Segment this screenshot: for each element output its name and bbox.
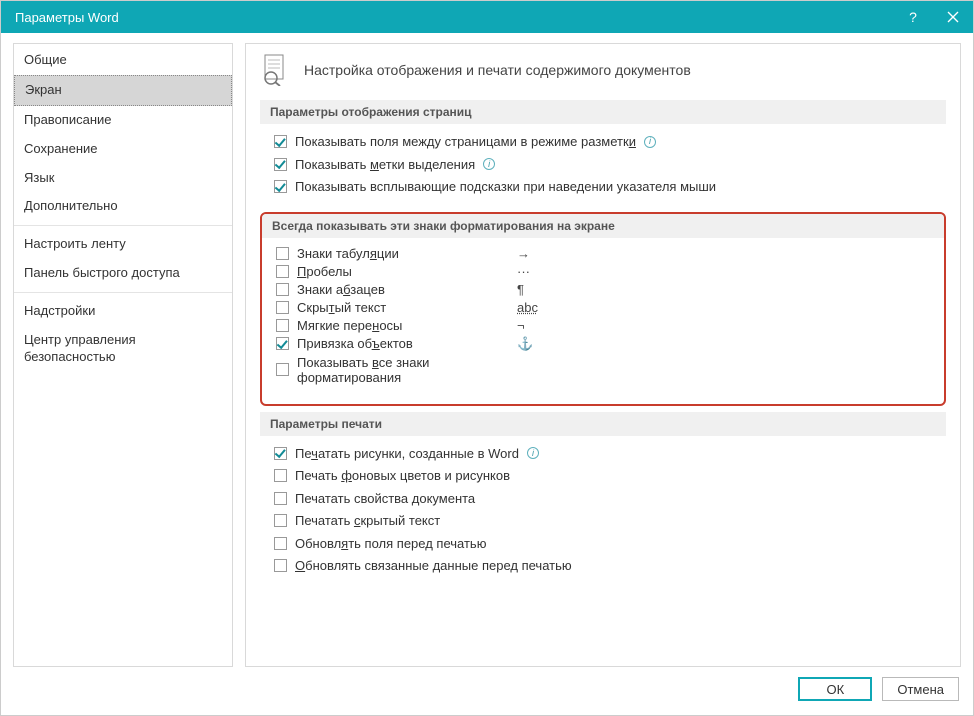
checkbox[interactable]: [276, 319, 289, 332]
checkbox[interactable]: [274, 559, 287, 572]
close-button[interactable]: [933, 1, 973, 33]
checkbox[interactable]: [274, 135, 287, 148]
checkbox[interactable]: [274, 469, 287, 482]
option-row: Привязка объектов⚓: [276, 336, 934, 352]
checkbox[interactable]: [276, 337, 289, 350]
sidebar-item-qat[interactable]: Панель быстрого доступа: [14, 259, 232, 288]
option-label: Скрытый текст: [297, 300, 517, 315]
cancel-button[interactable]: Отмена: [882, 677, 959, 701]
sidebar-item-addins[interactable]: Надстройки: [14, 292, 232, 326]
sidebar-item-display[interactable]: Экран: [14, 75, 232, 106]
sidebar-item-language[interactable]: Язык: [14, 164, 232, 193]
checkbox[interactable]: [274, 447, 287, 460]
option-label: Печать фоновых цветов и рисунков: [295, 466, 510, 486]
section-header-formatting: Всегда показывать эти знаки форматирован…: [262, 214, 944, 238]
options-dialog: Параметры Word ? Общие Экран Правописани…: [0, 0, 974, 716]
option-row: Знаки табуляции→: [276, 246, 934, 261]
checkbox[interactable]: [274, 492, 287, 505]
info-icon[interactable]: i: [644, 136, 656, 148]
option-label: Привязка объектов: [297, 336, 517, 351]
formatting-symbol: ¬: [517, 318, 525, 333]
section-body-printing: Печатать рисунки, созданные в WordiПечат…: [260, 444, 946, 589]
option-row: Скрытый текстabc: [276, 300, 934, 315]
titlebar: Параметры Word ?: [1, 1, 973, 33]
sidebar-item-advanced[interactable]: Дополнительно: [14, 192, 232, 221]
ok-button[interactable]: ОК: [798, 677, 872, 701]
help-button[interactable]: ?: [893, 1, 933, 33]
option-label: Пробелы: [297, 264, 517, 279]
section-body-display: Показывать поля между страницами в режим…: [260, 132, 946, 210]
checkbox[interactable]: [274, 180, 287, 193]
section-header-printing: Параметры печати: [260, 412, 946, 436]
formatting-symbol: →: [517, 246, 530, 261]
formatting-symbol: ⚓: [517, 336, 533, 352]
page-title-row: Настройка отображения и печати содержимо…: [260, 54, 946, 86]
option-label: Знаки абзацев: [297, 282, 517, 297]
option-label: Знаки табуляции: [297, 246, 517, 261]
window-title: Параметры Word: [15, 10, 119, 25]
highlight-formatting-marks: Всегда показывать эти знаки форматирован…: [260, 212, 946, 406]
option-label: Показывать поля между страницами в режим…: [295, 132, 636, 152]
page-title: Настройка отображения и печати содержимо…: [304, 62, 691, 78]
option-row: Пробелы···: [276, 264, 934, 279]
option-row: Печать фоновых цветов и рисунков: [274, 466, 936, 486]
option-row: Обновлять связанные данные перед печатью: [274, 556, 936, 576]
sidebar-item-proofing[interactable]: Правописание: [14, 106, 232, 135]
formatting-symbol: ¶: [517, 282, 524, 297]
option-label: Печатать рисунки, созданные в Word: [295, 444, 519, 464]
option-row: Показывать всплывающие подсказки при нав…: [274, 177, 936, 197]
option-label: Обновлять поля перед печатью: [295, 534, 486, 554]
option-row: Печатать рисунки, созданные в Word i: [274, 444, 936, 464]
section-header-display: Параметры отображения страниц: [260, 100, 946, 124]
info-icon[interactable]: i: [527, 447, 539, 459]
content-area: Общие Экран Правописание Сохранение Язык…: [1, 33, 973, 667]
close-icon: [947, 11, 959, 23]
option-label: Показывать всплывающие подсказки при нав…: [295, 177, 716, 197]
dialog-buttons: ОК Отмена: [1, 667, 973, 715]
option-row: Мягкие переносы¬: [276, 318, 934, 333]
checkbox[interactable]: [276, 247, 289, 260]
checkbox[interactable]: [274, 158, 287, 171]
sidebar: Общие Экран Правописание Сохранение Язык…: [13, 43, 233, 667]
option-row: Печатать свойства документа: [274, 489, 936, 509]
checkbox[interactable]: [276, 265, 289, 278]
option-label: Показывать метки выделения: [295, 155, 475, 175]
option-row: Печатать скрытый текст: [274, 511, 936, 531]
page-preview-icon: [260, 54, 290, 86]
info-icon[interactable]: i: [483, 158, 495, 170]
option-row: Показывать поля между страницами в режим…: [274, 132, 936, 152]
sidebar-item-trust[interactable]: Центр управления безопасностью: [14, 326, 232, 372]
option-row: Показывать метки выделения i: [274, 155, 936, 175]
checkbox[interactable]: [274, 514, 287, 527]
sidebar-item-ribbon[interactable]: Настроить ленту: [14, 225, 232, 259]
option-label: Мягкие переносы: [297, 318, 517, 333]
formatting-symbol: ···: [517, 264, 530, 279]
option-label: Печатать скрытый текст: [295, 511, 440, 531]
section-body-formatting: Знаки табуляции→Пробелы···Знаки абзацев¶…: [262, 246, 944, 398]
checkbox[interactable]: [276, 363, 289, 376]
main-panel: Настройка отображения и печати содержимо…: [245, 43, 961, 667]
sidebar-item-general[interactable]: Общие: [14, 46, 232, 75]
formatting-symbol: abc: [517, 300, 538, 315]
option-label: Показывать все знаки форматирования: [297, 355, 517, 385]
option-row: Знаки абзацев¶: [276, 282, 934, 297]
checkbox[interactable]: [276, 301, 289, 314]
option-row: Обновлять поля перед печатью: [274, 534, 936, 554]
option-row: Показывать все знаки форматирования: [276, 355, 934, 385]
sidebar-item-save[interactable]: Сохранение: [14, 135, 232, 164]
checkbox[interactable]: [274, 537, 287, 550]
checkbox[interactable]: [276, 283, 289, 296]
option-label: Обновлять связанные данные перед печатью: [295, 556, 572, 576]
option-label: Печатать свойства документа: [295, 489, 475, 509]
